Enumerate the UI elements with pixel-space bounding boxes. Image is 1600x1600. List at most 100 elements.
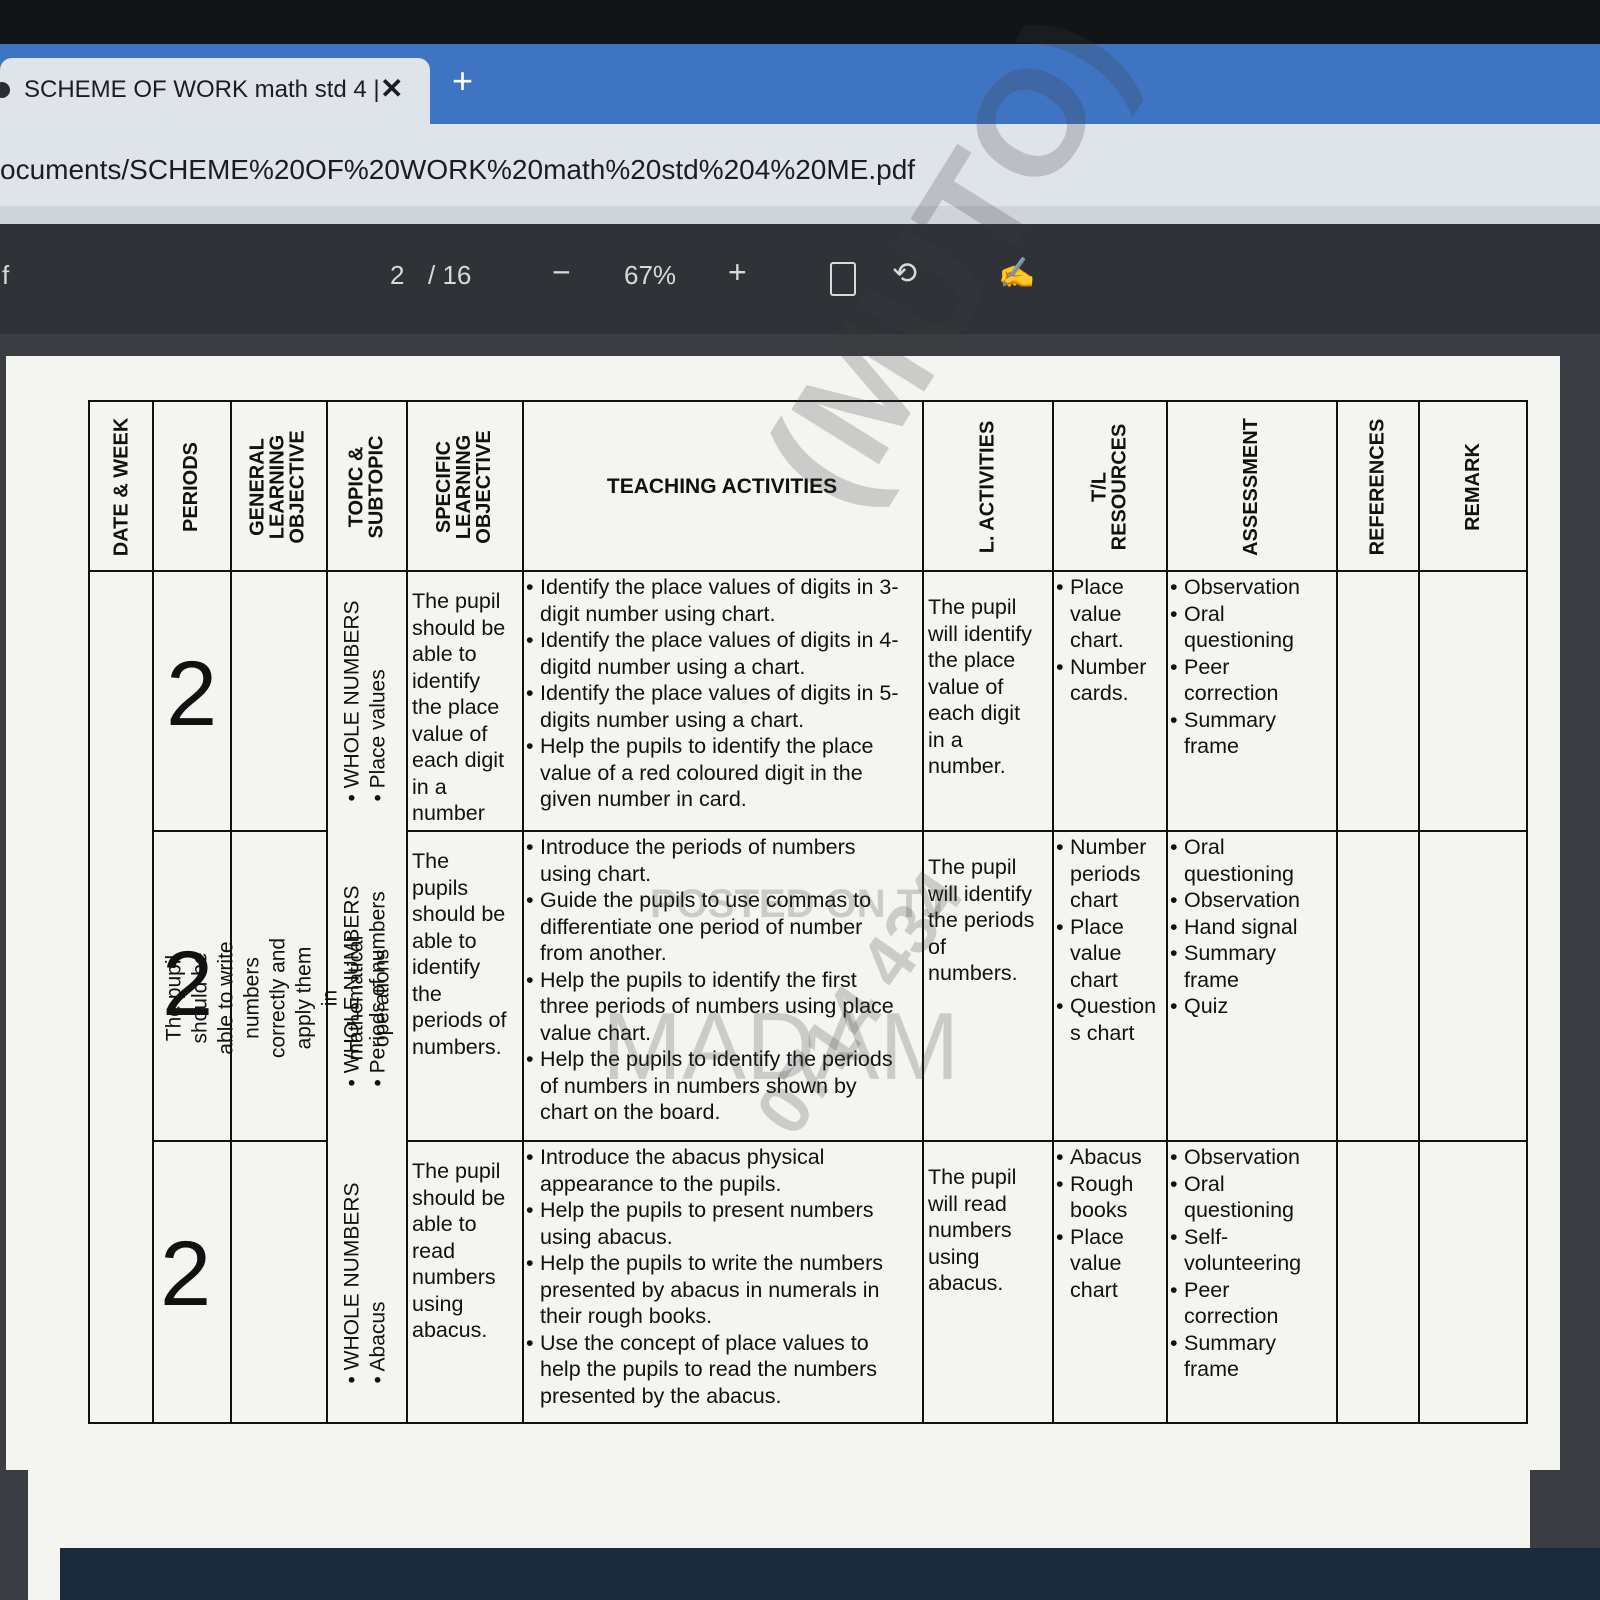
- tl-resources: AbacusRoughbooksPlacevaluechart: [1056, 1144, 1164, 1303]
- topic-text: WHOLE NUMBERS: [341, 600, 365, 789]
- learner-activity-line: will identify: [928, 881, 1032, 906]
- period-value: 2: [162, 933, 214, 1035]
- tl-resources-item: Numberperiodschart: [1056, 834, 1164, 914]
- assessment: ObservationOralquestioningPeercorrection…: [1170, 574, 1334, 760]
- specific-objective-line: identify: [412, 668, 481, 693]
- fit-page-icon[interactable]: [830, 262, 856, 296]
- specific-objective-line: abacus.: [412, 1318, 488, 1342]
- specific-objective-line: number: [412, 801, 485, 825]
- teaching-activities-item: Introduce the periods of numbersusing ch…: [526, 834, 918, 887]
- header-teaching-activities: TEACHING ACTIVITIES: [606, 475, 838, 498]
- specific-objective-line: periods of: [412, 1008, 507, 1032]
- specific-objective-line: numbers.: [412, 1034, 502, 1059]
- specific-objective-line: identify: [412, 955, 481, 979]
- page-number-input[interactable]: 2: [390, 260, 404, 291]
- header-topic: TOPIC & SUBTOPIC: [345, 435, 388, 539]
- tl-resources-item: Abacus: [1056, 1144, 1164, 1171]
- draw-icon[interactable]: ✍: [998, 256, 1035, 291]
- tab-strip: SCHEME OF WORK math std 4 | ✕ +: [0, 44, 1600, 124]
- learner-activity-line: of: [928, 934, 946, 959]
- topic-text: WHOLE NUMBERS: [341, 885, 365, 1074]
- teaching-activities-item: Identify the place values of digits in 3…: [526, 574, 918, 627]
- teaching-activities-item: Introduce the abacus physicalappearance …: [526, 1144, 918, 1197]
- pdf-toolbar: f 2 / 16 − 67% + ⟲ ✍: [0, 224, 1600, 334]
- assessment-item: Summaryframe: [1170, 940, 1334, 993]
- specific-objective-line: able to: [412, 1212, 477, 1236]
- pdf-favicon-icon: [0, 82, 10, 98]
- tl-resources-item: Placevaluechart: [1056, 1224, 1164, 1304]
- assessment-item: Oralquestioning: [1170, 834, 1334, 887]
- teaching-activities: Introduce the abacus physicalappearance …: [526, 1144, 918, 1409]
- header-l-activities: L. ACTIVITIES: [976, 420, 999, 554]
- assessment-item: Observation: [1170, 1144, 1334, 1171]
- assessment: ObservationOralquestioningSelf-volunteer…: [1170, 1144, 1334, 1383]
- zoom-in-icon[interactable]: +: [728, 254, 747, 291]
- header-assessment: ASSESSMENT: [1240, 418, 1262, 556]
- taskbar: [60, 1548, 1600, 1600]
- assessment-item: Oralquestioning: [1170, 1171, 1334, 1224]
- learner-activity-line: the periods: [928, 908, 1035, 932]
- assessment-item: Quiz: [1170, 993, 1334, 1020]
- teaching-activities-item: Use the concept of place values tohelp t…: [526, 1330, 918, 1410]
- topic-cell: • WHOLE NUMBERS • Abacus: [341, 1182, 391, 1384]
- specific-objective-line: the: [412, 981, 442, 1006]
- teaching-activities-item: Help the pupils to identify the periodso…: [526, 1046, 918, 1126]
- period-value: 2: [160, 1223, 212, 1325]
- specific-objective-line: should be: [412, 1185, 506, 1210]
- tab-scheme-of-work[interactable]: SCHEME OF WORK math std 4 | ✕: [0, 58, 430, 124]
- learner-activity-line: numbers: [928, 1218, 1012, 1242]
- learner-activity-line: the place: [928, 648, 1016, 672]
- new-tab-plus-icon[interactable]: +: [452, 60, 473, 102]
- topic-cell: • WHOLE NUMBERS • Periods of numbers: [341, 885, 391, 1087]
- url-text[interactable]: ocuments/SCHEME%20OF%20WORK%20math%20std…: [0, 154, 915, 186]
- specific-objective-line: read: [412, 1238, 456, 1263]
- assessment-item: Summaryframe: [1170, 1330, 1334, 1383]
- specific-objective-line: using: [412, 1291, 464, 1316]
- header-specific-objective: SPECIFIC LEARNING OBJECTIVE: [433, 430, 495, 544]
- rotate-icon[interactable]: ⟲: [892, 256, 917, 291]
- assessment-item: Hand signal: [1170, 914, 1334, 941]
- learner-activity-line: value of: [928, 674, 1004, 699]
- assessment-item: Observation: [1170, 574, 1334, 601]
- header-resources: T/L RESOURCES: [1088, 423, 1130, 551]
- learner-activity-line: will identify: [928, 621, 1032, 646]
- learner-activity-line: in a: [928, 727, 963, 752]
- assessment-item: Summaryframe: [1170, 707, 1334, 760]
- header-periods: PERIODS: [180, 441, 202, 533]
- tl-resources-item: Placevaluechart.: [1056, 574, 1164, 654]
- zoom-level[interactable]: 67%: [624, 260, 676, 291]
- topic-cell: • WHOLE NUMBERS • Place values: [341, 600, 391, 802]
- subtopic-text: Place values: [367, 669, 391, 789]
- learner-activity-line: each digit: [928, 701, 1021, 725]
- specific-objective-line: the place: [412, 695, 500, 719]
- subtopic-text: Periods of numbers: [367, 891, 391, 1074]
- header-remark: REMARK: [1462, 443, 1484, 531]
- specific-objective-line: should be: [412, 615, 506, 640]
- learner-activity: The pupil will identify the periods of numbe…: [928, 854, 1050, 987]
- scheme-of-work-table: DATE & WEEK PERIODS GENERAL LEARNING OBJ…: [88, 0, 1528, 1424]
- learner-activity-line: number.: [928, 754, 1006, 778]
- learner-activity-line: using: [928, 1244, 980, 1269]
- learner-activity-line: numbers.: [928, 961, 1018, 985]
- teaching-activities-item: Identify the place values of digits in 4…: [526, 627, 918, 680]
- assessment: OralquestioningObservationHand signalSum…: [1170, 834, 1334, 1020]
- general-objective-cell: The pupil should be able to write number…: [162, 935, 393, 1061]
- address-bar[interactable]: ocuments/SCHEME%20OF%20WORK%20math%20std…: [0, 124, 1600, 216]
- header-general-objective: GENERAL LEARNING OBJECTIVE: [247, 430, 310, 544]
- teaching-activities-item: Help the pupils to identify the placeval…: [526, 733, 918, 813]
- assessment-item: Oralquestioning: [1170, 601, 1334, 654]
- teaching-activities-item: Help the pupils to present numbersusing …: [526, 1197, 918, 1250]
- chrome-divider: [0, 206, 1600, 224]
- zoom-out-icon[interactable]: −: [552, 254, 571, 291]
- header-date-week: DATE & WEEK: [110, 417, 133, 557]
- close-icon[interactable]: ✕: [380, 72, 403, 105]
- header-references: REFERENCES: [1366, 418, 1389, 556]
- specific-objective-line: The: [412, 849, 450, 873]
- tab-title: SCHEME OF WORK math std 4 |: [24, 76, 380, 103]
- specific-objective: The pupil should be able to identify the pla…: [412, 588, 522, 827]
- learner-activity-line: will read: [928, 1191, 1007, 1216]
- learner-activity: The pupil will identify the place value of e…: [928, 594, 1050, 780]
- sidebar-toggle-icon[interactable]: f: [2, 260, 9, 291]
- teaching-activities-item: Identify the place values of digits in 5…: [526, 680, 918, 733]
- tl-resources-item: Numbercards.: [1056, 654, 1164, 707]
